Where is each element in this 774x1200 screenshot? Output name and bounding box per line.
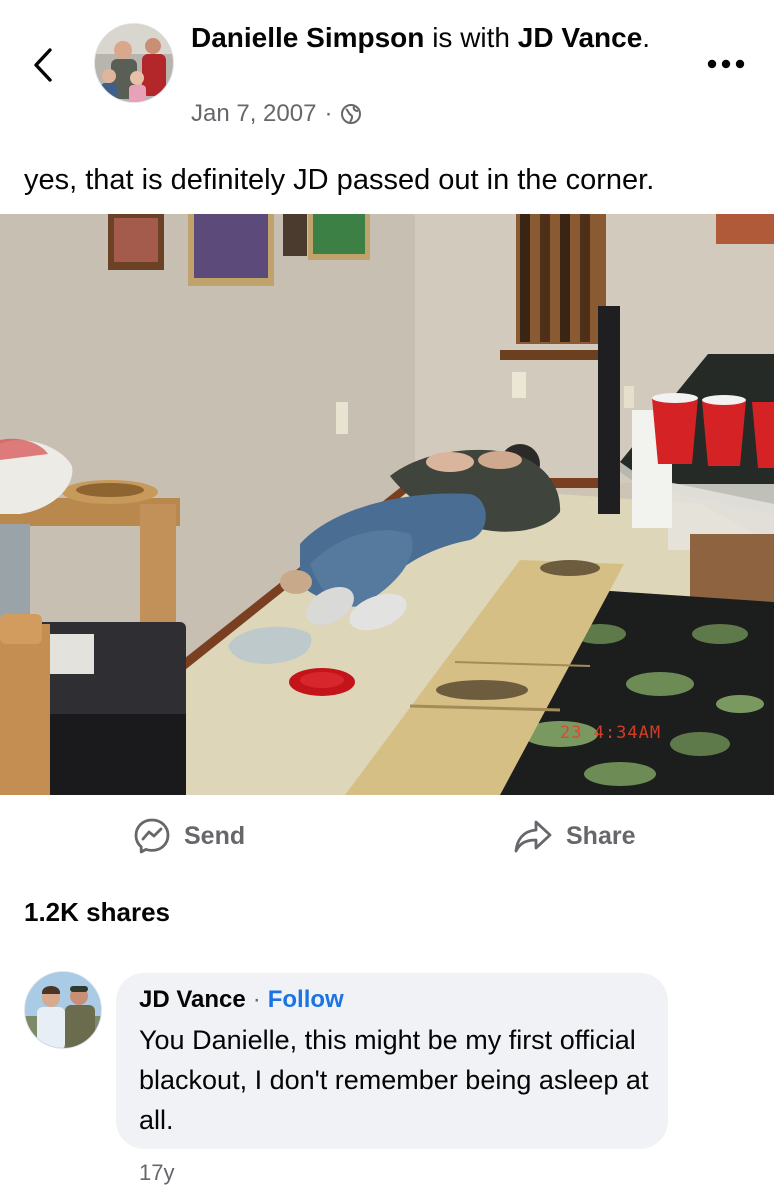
messenger-icon bbox=[134, 818, 170, 854]
chevron-left-icon bbox=[34, 48, 52, 82]
comment-header: JD Vance · Follow bbox=[139, 986, 344, 1014]
send-button[interactable]: Send bbox=[132, 812, 245, 860]
follow-button[interactable]: Follow bbox=[268, 986, 344, 1014]
comment-author[interactable]: JD Vance bbox=[139, 986, 246, 1014]
comment-separator: · bbox=[252, 986, 261, 1013]
comment-text: You Danielle, this might be my first off… bbox=[139, 1025, 649, 1135]
author-avatar[interactable] bbox=[94, 23, 174, 103]
tagged-person[interactable]: JD Vance bbox=[518, 22, 643, 53]
comment-time[interactable]: 17y bbox=[139, 1160, 174, 1186]
share-button[interactable]: Share bbox=[512, 812, 635, 860]
meta-separator: · bbox=[324, 100, 333, 127]
post-photo[interactable]: 23 4:34AM bbox=[0, 214, 774, 795]
ellipsis-icon bbox=[707, 59, 745, 69]
post-author[interactable]: Danielle Simpson bbox=[191, 22, 424, 53]
post-date[interactable]: Jan 7, 2007 bbox=[191, 100, 316, 128]
shares-count[interactable]: 1.2K shares bbox=[24, 897, 170, 928]
avatar-image bbox=[95, 24, 173, 102]
share-label: Share bbox=[566, 821, 636, 850]
photo-scene bbox=[0, 214, 774, 795]
share-arrow-icon bbox=[514, 820, 552, 853]
post-header: Danielle Simpson is with JD Vance. bbox=[191, 20, 661, 56]
post-caption: yes, that is definitely JD passed out in… bbox=[24, 164, 655, 196]
commenter-avatar[interactable] bbox=[24, 971, 102, 1049]
back-button[interactable] bbox=[22, 40, 66, 90]
avatar-image bbox=[25, 972, 101, 1048]
photo-timestamp: 23 4:34AM bbox=[560, 723, 662, 743]
send-label: Send bbox=[184, 821, 246, 850]
tagged-suffix: . bbox=[642, 22, 651, 53]
with-text: is with bbox=[432, 22, 510, 53]
post-meta: Jan 7, 2007 · bbox=[191, 100, 362, 128]
more-options-button[interactable] bbox=[700, 44, 752, 84]
globe-icon[interactable] bbox=[340, 103, 362, 125]
